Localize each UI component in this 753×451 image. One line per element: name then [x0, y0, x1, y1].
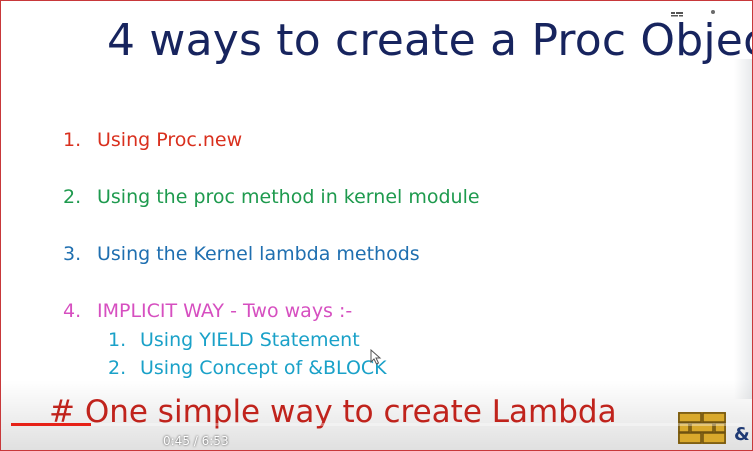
list-item-number: 4.	[63, 300, 82, 322]
list-item-label: Using the proc method in kernel module	[97, 186, 480, 208]
fullscreen-button[interactable]	[731, 1, 751, 23]
slide-title: 4 ways to create a Proc Object	[107, 15, 753, 66]
list-item-label: Using Proc.new	[97, 129, 243, 151]
list-item: 2. Using the proc method in kernel module	[63, 186, 480, 208]
fullscreen-icon	[734, 5, 748, 19]
list-item-number: 1.	[63, 129, 82, 151]
progress-bar[interactable]	[11, 423, 742, 426]
gear-icon	[705, 4, 721, 20]
skip-previous-icon	[24, 7, 36, 17]
time-separator: /	[189, 434, 202, 448]
video-player[interactable]: 4 ways to create a Proc Object 1. Using P…	[0, 0, 753, 451]
progress-bar-played	[11, 423, 91, 426]
list-item: 4. IMPLICIT WAY - Two ways :-	[63, 300, 352, 322]
sub-list-item: 1. Using YIELD Statement	[108, 329, 360, 351]
list-item: 3. Using the Kernel lambda methods	[63, 243, 420, 265]
list-item-label: Using the Kernel lambda methods	[97, 243, 420, 265]
sub-list-item: 2. Using Concept of &BLOCK	[108, 357, 387, 379]
current-time: 0:45	[163, 434, 190, 448]
volume-icon	[133, 5, 149, 19]
sub-list-item-number: 1.	[108, 329, 127, 351]
corner-logo-text: &	[734, 424, 750, 445]
brick-wall-logo-icon	[678, 412, 726, 444]
slide-edge-shadow	[734, 59, 752, 399]
list-item-number: 3.	[63, 243, 82, 265]
next-button[interactable]	[94, 1, 116, 23]
sub-list-item-number: 2.	[108, 357, 127, 379]
time-display: 0:45 / 6:53	[163, 434, 229, 448]
skip-next-icon	[99, 7, 111, 17]
list-item-number: 2.	[63, 186, 82, 208]
play-button[interactable]	[56, 1, 78, 23]
subtitles-button[interactable]	[665, 1, 689, 23]
previous-button[interactable]	[19, 1, 41, 23]
volume-button[interactable]	[129, 1, 153, 23]
play-icon	[62, 5, 74, 19]
duration: 6:53	[201, 434, 229, 448]
list-item: 1. Using Proc.new	[63, 129, 242, 151]
settings-button[interactable]	[701, 1, 725, 23]
mouse-cursor-icon	[370, 349, 382, 365]
sub-list-item-label: Using Concept of &BLOCK	[140, 357, 387, 379]
list-item-label: IMPLICIT WAY - Two ways :-	[97, 300, 353, 322]
subtitles-icon	[669, 6, 685, 18]
sub-list-item-label: Using YIELD Statement	[140, 329, 360, 351]
